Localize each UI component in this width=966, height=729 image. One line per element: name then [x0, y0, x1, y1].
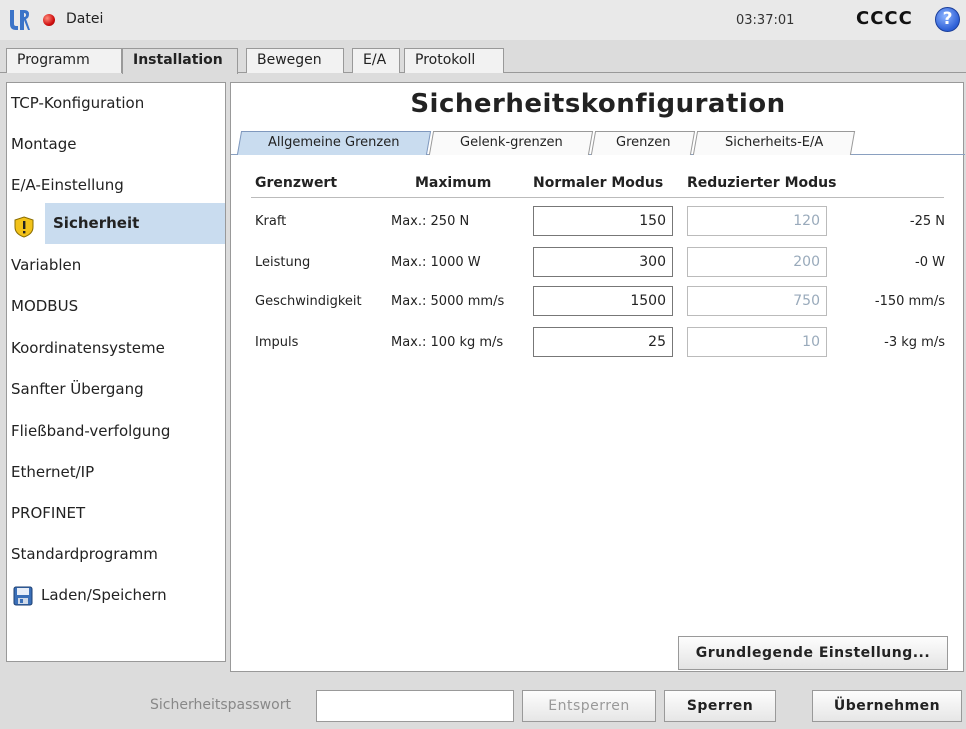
tab-installation[interactable]: Installation [122, 48, 238, 74]
apply-button[interactable]: Übernehmen [812, 690, 962, 722]
normal-leistung-input[interactable]: 300 [533, 247, 673, 277]
sidebar-item-sanfter-uebergang[interactable]: Sanfter Übergang [7, 369, 225, 410]
row-label-geschwindigkeit: Geschwindigkeit [255, 294, 362, 309]
tab-protokoll[interactable]: Protokoll [404, 48, 504, 73]
col-header-grenzwert: Grenzwert [255, 175, 338, 191]
normal-kraft-input[interactable]: 150 [533, 206, 673, 236]
row-label-kraft: Kraft [255, 214, 287, 229]
reduced-kraft-input[interactable]: 120 [687, 206, 827, 236]
shield-warning-icon [14, 216, 34, 238]
tab-ea[interactable]: E/A [352, 48, 400, 73]
unlock-button[interactable]: Entsperren [522, 690, 656, 722]
main-tabs: Programm Installation Bewegen E/A Protok… [0, 48, 966, 74]
clock: 03:37:01 [736, 13, 795, 28]
sidebar-item-ethernet-ip[interactable]: Ethernet/IP [7, 452, 225, 493]
delta-kraft: -25 N [909, 214, 945, 229]
row-label-leistung: Leistung [255, 255, 311, 270]
tab-sicherheits-ea[interactable]: Sicherheits-E/A [692, 131, 856, 155]
header-divider [251, 197, 944, 198]
sidebar-item-standardprogramm[interactable]: Standardprogramm [7, 534, 225, 575]
tab-gelenk-grenzen[interactable]: Gelenk-grenzen [428, 131, 594, 155]
tab-bewegen[interactable]: Bewegen [246, 48, 344, 73]
robot-status-icon[interactable] [43, 14, 55, 26]
delta-impuls: -3 kg m/s [884, 335, 945, 350]
ur-logo-icon [10, 10, 30, 30]
help-icon[interactable]: ? [935, 7, 960, 32]
sidebar-item-laden-speichern[interactable]: Laden/Speichern [7, 575, 225, 616]
col-header-normal: Normaler Modus [533, 175, 664, 191]
top-bar: Datei 03:37:01 CCCC ? [0, 0, 966, 40]
tab-grenzen[interactable]: Grenzen [590, 131, 696, 155]
tab-programm[interactable]: Programm [6, 48, 122, 73]
page-title: Sicherheitskonfiguration [410, 89, 786, 119]
sidebar-item-koordinatensysteme[interactable]: Koordinatensysteme [7, 328, 225, 369]
reduced-geschwindigkeit-input[interactable]: 750 [687, 286, 827, 316]
row-max-leistung: Max.: 1000 W [391, 255, 481, 270]
safety-panel: Sicherheitskonfiguration Allgemeine Gren… [230, 82, 965, 672]
safety-subtabs: Allgemeine Grenzen Gelenk-grenzen Grenze… [231, 131, 965, 155]
delta-leistung: -0 W [915, 255, 945, 270]
sidebar-item-modbus[interactable]: MODBUS [7, 286, 225, 327]
col-header-reduced: Reduzierter Modus [687, 175, 837, 191]
sidebar-item-montage[interactable]: Montage [7, 124, 225, 165]
normal-impuls-input[interactable]: 25 [533, 327, 673, 357]
delta-geschwindigkeit: -150 mm/s [874, 294, 945, 309]
tab-allgemeine-grenzen[interactable]: Allgemeine Grenzen [236, 131, 432, 155]
row-max-kraft: Max.: 250 N [391, 214, 470, 229]
row-label-impuls: Impuls [255, 335, 299, 350]
sidebar-item-ea-einstellung[interactable]: E/A-Einstellung [7, 165, 225, 206]
reduced-impuls-input[interactable]: 10 [687, 327, 827, 357]
lock-button[interactable]: Sperren [664, 690, 776, 722]
robot-name: CCCC [856, 8, 913, 29]
row-max-impuls: Max.: 100 kg m/s [391, 335, 504, 350]
reduced-leistung-input[interactable]: 200 [687, 247, 827, 277]
password-label: Sicherheitspasswort [150, 697, 291, 713]
col-header-maximum: Maximum [415, 175, 492, 191]
sidebar-item-sicherheit[interactable]: Sicherheit [45, 203, 225, 244]
file-menu[interactable]: Datei [66, 11, 103, 27]
sidebar-item-variablen[interactable]: Variablen [7, 245, 225, 286]
sidebar-item-fliessband[interactable]: Fließband-verfolgung [7, 411, 225, 452]
row-max-geschwindigkeit: Max.: 5000 mm/s [391, 294, 505, 309]
normal-geschwindigkeit-input[interactable]: 1500 [533, 286, 673, 316]
sidebar-item-profinet[interactable]: PROFINET [7, 493, 225, 534]
basic-settings-button[interactable]: Grundlegende Einstellung... [678, 636, 948, 670]
safety-password-input[interactable] [316, 690, 514, 722]
installation-sidebar: TCP-Konfiguration Montage E/A-Einstellun… [6, 82, 226, 662]
sidebar-item-tcp[interactable]: TCP-Konfiguration [7, 83, 225, 124]
